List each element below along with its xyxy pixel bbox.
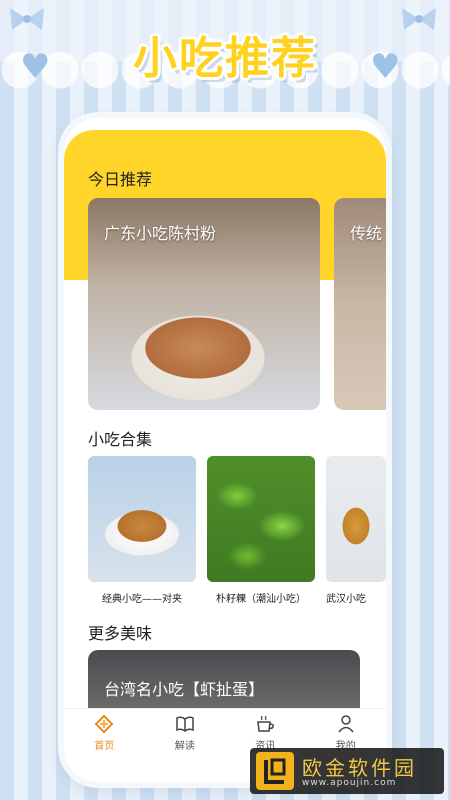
tab-home[interactable]: 首页 <box>64 709 145 765</box>
more-section-title: 更多美味 <box>88 624 153 643</box>
coffee-cup-icon <box>225 713 306 735</box>
collection-section-title: 小吃合集 <box>88 430 153 449</box>
book-icon <box>145 713 226 735</box>
collection-image <box>88 456 196 582</box>
app-title: 小吃推荐 <box>133 33 317 84</box>
today-section-title: 今日推荐 <box>88 170 153 189</box>
recommend-card-label: 广东小吃陈村粉 <box>104 224 217 243</box>
watermark-name: 欧金软件园 <box>302 756 417 780</box>
more-card-label: 台湾名小吃【虾扯蛋】 <box>104 680 265 699</box>
phone-screen: 今日推荐 广东小吃陈村粉 传统 小吃合集 经典小吃——对夹 朴籽粿（潮汕小吃） … <box>64 118 386 782</box>
tab-label: 首页 <box>94 741 115 752</box>
tab-read[interactable]: 解读 <box>145 709 226 765</box>
collection-caption: 经典小吃——对夹 <box>102 594 182 605</box>
collection-item[interactable]: 经典小吃——对夹 <box>88 456 196 606</box>
watermark-url: www.apoujin.com <box>302 778 397 788</box>
collection-item[interactable]: 朴籽粿（潮汕小吃） <box>207 456 315 606</box>
watermark-badge: 欧金软件园 www.apoujin.com <box>250 748 444 794</box>
watermark-logo-icon <box>256 752 294 790</box>
recommend-card-label: 传统 <box>350 224 383 243</box>
recommend-card[interactable]: 传统 <box>334 198 386 410</box>
collection-image <box>326 456 386 582</box>
tab-label: 解读 <box>174 741 195 752</box>
home-icon <box>64 713 145 735</box>
collection-image <box>207 456 315 582</box>
collection-caption: 武汉小吃 <box>326 594 366 605</box>
recommend-card[interactable]: 广东小吃陈村粉 <box>88 198 320 410</box>
user-icon <box>306 713 387 735</box>
collection-caption: 朴籽粿（潮汕小吃） <box>216 594 306 605</box>
collection-item[interactable]: 武汉小吃 <box>326 456 386 606</box>
